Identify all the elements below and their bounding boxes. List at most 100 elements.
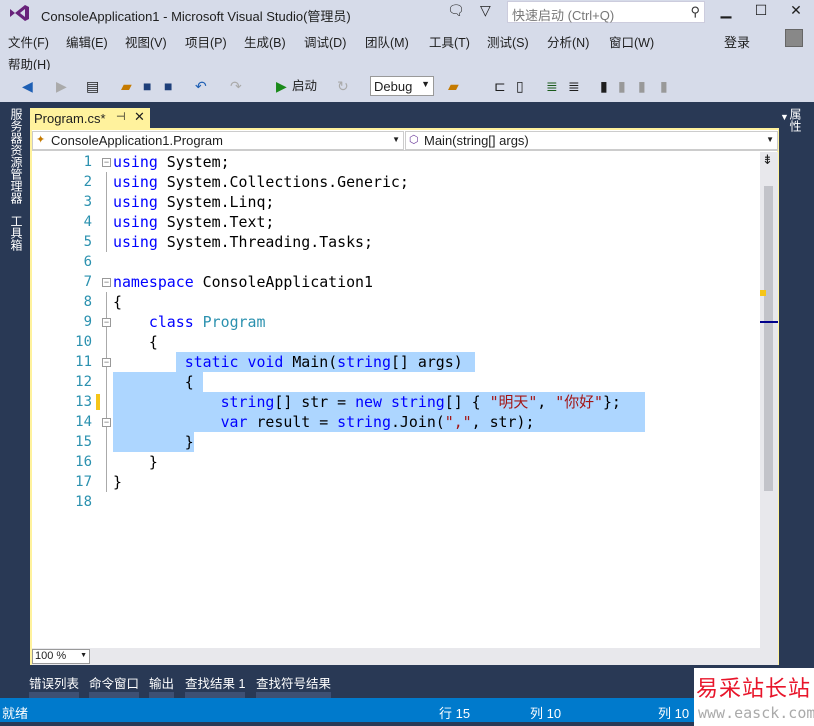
- close-button[interactable]: ✕: [783, 2, 809, 19]
- back-icon[interactable]: ◀: [22, 78, 33, 94]
- properties-tab[interactable]: 属性: [787, 108, 804, 132]
- collapse-icon[interactable]: −: [102, 418, 111, 427]
- horizontal-scrollbar[interactable]: [32, 648, 778, 665]
- save-all-icon[interactable]: ■: [164, 78, 172, 94]
- line-number: 7: [83, 274, 92, 290]
- caret-position-marker: [760, 321, 778, 323]
- new-project-icon[interactable]: ▤: [86, 78, 99, 94]
- avatar[interactable]: [785, 29, 803, 47]
- code-line: class Program: [113, 312, 266, 332]
- prev-bookmark-icon[interactable]: ▮: [618, 78, 626, 94]
- tab-label: 输出: [149, 677, 175, 691]
- zoom-dropdown[interactable]: 100 % ▼: [32, 649, 90, 664]
- notification-filter-icon[interactable]: ▽: [480, 2, 491, 19]
- code-line: {: [113, 332, 158, 352]
- code-line: }: [113, 432, 194, 452]
- code-line: static void Main(string[] args): [113, 352, 463, 372]
- maximize-button[interactable]: ☐: [748, 2, 774, 19]
- menu-build[interactable]: 生成(B): [244, 32, 286, 51]
- configuration-dropdown[interactable]: Debug ▼: [370, 76, 434, 96]
- code-token: string: [220, 393, 275, 411]
- tab-error-list[interactable]: 错误列表: [29, 673, 80, 698]
- close-tab-icon[interactable]: ✕: [134, 109, 145, 125]
- menu-view[interactable]: 视图(V): [125, 32, 167, 51]
- tab-find-results-1[interactable]: 查找结果 1: [185, 673, 246, 698]
- undo-icon[interactable]: ↶: [195, 78, 207, 94]
- menu-project[interactable]: 项目(P): [185, 32, 227, 51]
- restart-icon[interactable]: ↻: [337, 78, 349, 94]
- code-token: ,: [537, 393, 556, 411]
- code-line: var result = string.Join(",", str);: [113, 412, 535, 432]
- forward-icon[interactable]: ▶: [56, 78, 67, 94]
- code-token: , str);: [471, 413, 535, 431]
- save-icon[interactable]: ■: [143, 78, 151, 94]
- collapse-icon[interactable]: −: [102, 318, 111, 327]
- class-dropdown[interactable]: ✦ ConsoleApplication1.Program ▼: [32, 131, 404, 150]
- change-marker-overview: [760, 290, 766, 296]
- scrollbar-thumb[interactable]: [764, 186, 773, 491]
- code-token: void: [247, 353, 284, 371]
- clear-bookmarks-icon[interactable]: ▮: [660, 78, 668, 94]
- class-value: ConsoleApplication1.Program: [51, 133, 223, 148]
- menu-debug[interactable]: 调试(D): [304, 32, 346, 51]
- code-token: var: [220, 413, 248, 431]
- menu-analyze[interactable]: 分析(N): [547, 32, 589, 51]
- collapse-icon[interactable]: −: [102, 278, 111, 287]
- menu-team[interactable]: 团队(M): [365, 32, 409, 51]
- menu-window[interactable]: 窗口(W): [609, 32, 654, 51]
- code-token: };: [602, 393, 621, 411]
- method-icon: ⬡: [409, 134, 419, 146]
- tab-find-symbol-results[interactable]: 查找符号结果: [256, 673, 332, 698]
- redo-icon[interactable]: ↷: [230, 78, 242, 94]
- tab-command-window[interactable]: 命令窗口: [89, 673, 140, 698]
- start-button[interactable]: 启动: [292, 78, 317, 94]
- menu-tools[interactable]: 工具(T): [429, 32, 470, 51]
- tab-output[interactable]: 输出: [149, 673, 175, 698]
- member-value: Main(string[] args): [424, 133, 529, 148]
- minimize-button[interactable]: ▁: [713, 2, 739, 19]
- outline-icon[interactable]: ▯: [516, 78, 524, 94]
- code-area[interactable]: − − − − − 1 using System; 2 using System.Co…: [32, 152, 760, 648]
- bookmark-icon[interactable]: ▮: [600, 78, 608, 94]
- code-line: using System.Text;: [113, 212, 274, 232]
- open-file-icon[interactable]: ▰: [121, 78, 132, 94]
- quick-launch-input[interactable]: 快速启动 (Ctrl+Q) ⚲: [507, 1, 705, 23]
- collapse-icon[interactable]: −: [102, 158, 111, 167]
- code-token: System;: [157, 153, 230, 171]
- watermark-text: 易采站长站: [696, 677, 812, 702]
- start-icon[interactable]: ▶: [276, 78, 287, 94]
- find-in-files-icon[interactable]: ▰: [448, 78, 459, 94]
- code-line: using System;: [113, 152, 230, 172]
- comment-icon[interactable]: ≣: [546, 78, 558, 94]
- line-number: 17: [75, 474, 92, 490]
- code-token: {: [113, 293, 122, 311]
- code-token: System.Text;: [157, 213, 275, 231]
- class-icon: ✦: [36, 134, 46, 146]
- code-token: System.Threading.Tasks;: [157, 233, 373, 251]
- member-dropdown[interactable]: ⬡ Main(string[] args) ▼: [405, 131, 778, 150]
- menu-bar: 文件(F) 编辑(E) 视图(V) 项目(P) 生成(B) 调试(D) 团队(M…: [0, 26, 814, 72]
- next-bookmark-icon[interactable]: ▮: [638, 78, 646, 94]
- server-explorer-tab[interactable]: 服务器资源管理器: [8, 108, 25, 204]
- menu-test[interactable]: 测试(S): [487, 32, 529, 51]
- pin-icon[interactable]: ⊣: [116, 110, 126, 123]
- feedback-icon[interactable]: 🗨: [447, 2, 465, 19]
- tab-program-cs[interactable]: Program.cs*: [30, 108, 150, 128]
- uncomment-icon[interactable]: ≣: [568, 78, 580, 94]
- toolbox-tab[interactable]: 工具箱: [8, 215, 25, 251]
- code-token: {: [113, 333, 158, 351]
- menu-file[interactable]: 文件(F): [8, 32, 49, 51]
- chevron-down-icon: ▼: [80, 652, 87, 659]
- step-icon[interactable]: ⊏: [494, 78, 506, 94]
- menu-edit[interactable]: 编辑(E): [66, 32, 108, 51]
- code-token: class: [148, 313, 194, 331]
- split-icon[interactable]: ⇟: [762, 152, 773, 168]
- tab-dropdown-icon[interactable]: ▼: [780, 112, 789, 122]
- collapse-icon[interactable]: −: [102, 358, 111, 367]
- code-token: }: [113, 433, 194, 451]
- code-token: using: [113, 193, 158, 211]
- code-line: using System.Threading.Tasks;: [113, 232, 373, 252]
- sign-in-link[interactable]: 登录: [724, 32, 750, 51]
- code-token: }: [113, 453, 158, 471]
